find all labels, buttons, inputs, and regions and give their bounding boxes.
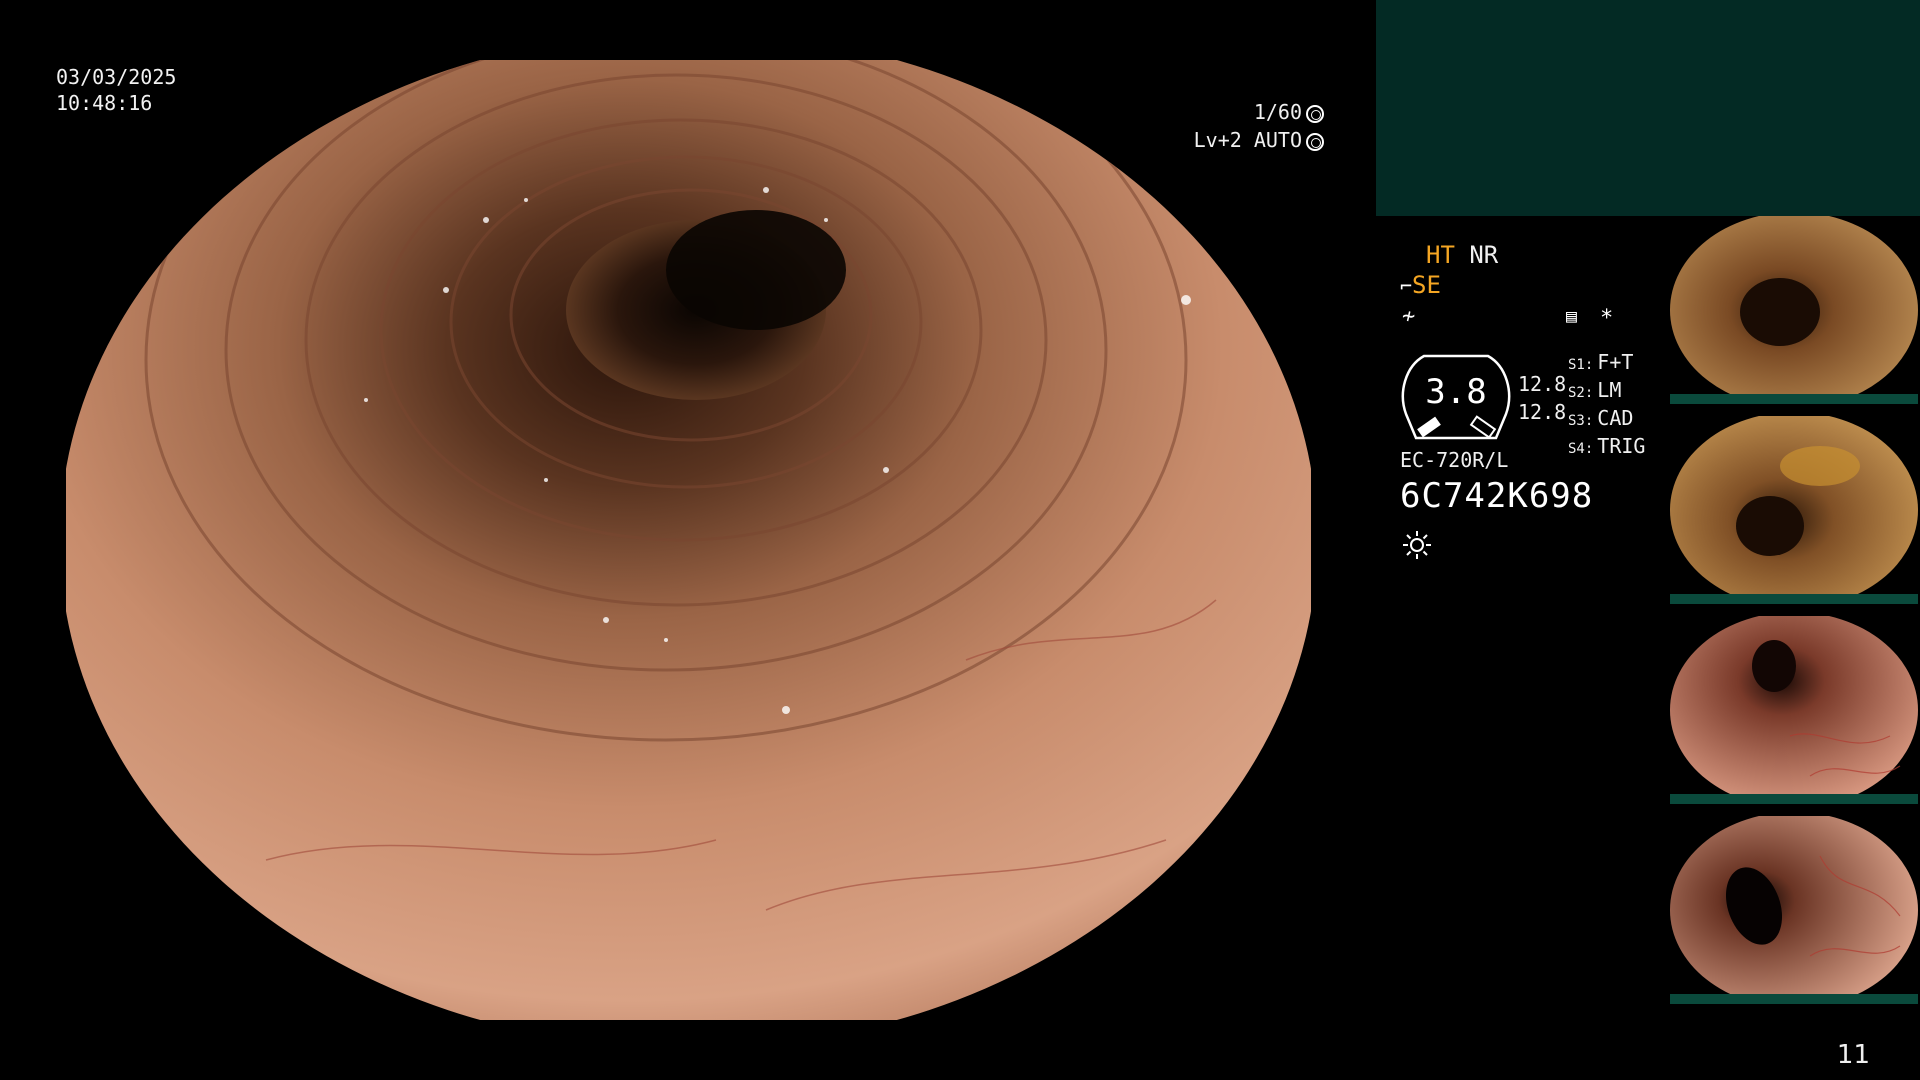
zoom-range: 12.8 12.8 — [1518, 370, 1566, 426]
date-label: 03/03/2025 — [56, 65, 177, 89]
exposure-readout: 1/60 Lv+2 AUTO — [1194, 98, 1324, 154]
mode-status: HT NR ⌐SE — [1400, 240, 1498, 301]
thumbnail-strip — [1670, 794, 1918, 804]
se-indicator: SE — [1412, 271, 1441, 299]
thumbnail-capture-1[interactable] — [1670, 216, 1918, 404]
capture-thumbnails — [1670, 216, 1920, 1016]
switch-settings: S1: F+T S2: LM S3: CAD S4: TRIG — [1568, 350, 1645, 462]
thumbnail-strip — [1670, 394, 1918, 404]
nr-indicator: NR — [1469, 241, 1499, 269]
zoom-lower: 12.8 — [1518, 400, 1567, 424]
time-label: 10:48:16 — [56, 91, 153, 115]
thumbnail-capture-4[interactable] — [1670, 816, 1918, 1004]
thumbnail-capture-3[interactable] — [1670, 616, 1918, 804]
record-icon: ▤ — [1566, 306, 1577, 327]
date-time-overlay: 03/03/2025 10:48:16 — [56, 64, 176, 116]
setting-row: S3: CAD — [1568, 406, 1634, 430]
shutter-value: 1/60 — [1253, 100, 1302, 124]
endoscope-live-view — [66, 60, 1311, 1020]
ht-indicator: HT — [1426, 241, 1455, 269]
level-value: Lv+2 AUTO — [1193, 128, 1302, 152]
structure-enhance-icon: ⌐ — [1400, 274, 1413, 298]
info-panel-header — [1376, 0, 1920, 216]
setting-row: S4: TRIG — [1568, 434, 1646, 458]
thumbnail-strip — [1670, 994, 1918, 1004]
color-tone-icon: ≁ — [1402, 304, 1416, 329]
scope-serial: 6C742K698 — [1400, 476, 1594, 516]
light-source-icon — [1403, 531, 1431, 559]
setting-row: S1: F+T — [1568, 350, 1634, 374]
auto-iris-icon — [1306, 132, 1324, 151]
zoom-value: 3.8 — [1425, 372, 1487, 412]
thumbnail-strip — [1670, 594, 1918, 604]
shutter-icon — [1306, 104, 1324, 123]
asterisk-icon: * — [1600, 306, 1614, 331]
setting-row: S2: LM — [1568, 378, 1622, 402]
zoom-upper: 12.8 — [1518, 372, 1567, 396]
thumbnail-capture-2[interactable] — [1670, 416, 1918, 604]
page-number: 11 — [1836, 1040, 1870, 1070]
scope-model: EC-720R/L — [1400, 448, 1509, 472]
